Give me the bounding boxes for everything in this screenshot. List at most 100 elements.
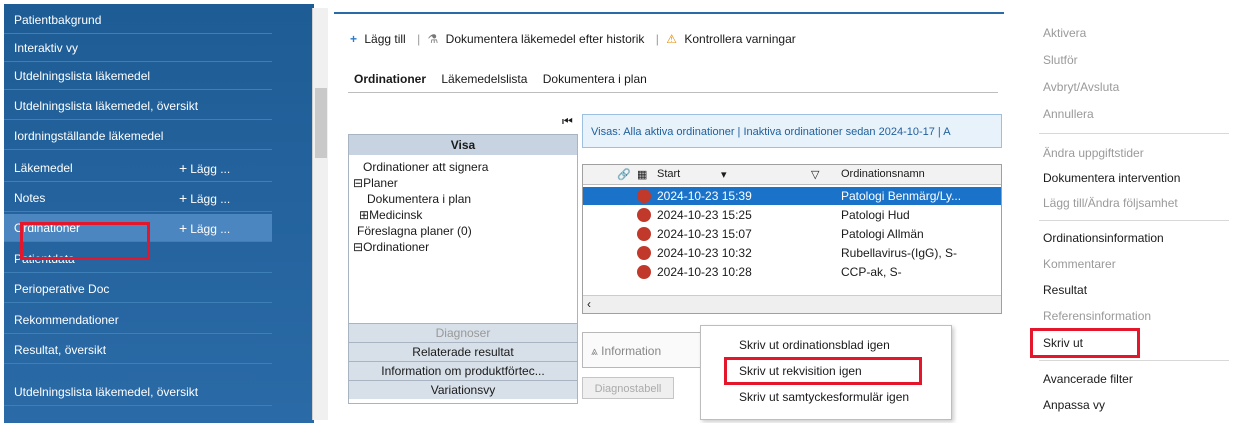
cell-start: 2024-10-23 15:39: [657, 189, 752, 203]
sort-down-icon[interactable]: ▾: [721, 168, 727, 181]
check-warnings-button[interactable]: ⚠ Kontrollera varningar: [666, 32, 800, 46]
nav-item-rekommendationer[interactable]: Rekommendationer: [4, 306, 272, 334]
tab-ordinationer[interactable]: Ordinationer: [350, 72, 430, 86]
grid-scrollbar[interactable]: ‹: [583, 295, 1001, 313]
information-label: Information: [601, 344, 662, 358]
tab-bar: Ordinationer Läkemedelslista Dokumentera…: [350, 72, 655, 92]
tree-item[interactable]: ⊟Planer: [353, 175, 559, 191]
section-variationsvy[interactable]: Variationsvy: [349, 380, 577, 399]
order-icon: [637, 227, 651, 241]
menu-item-anpassa-vy[interactable]: Anpassa vy: [1043, 398, 1105, 412]
nav-item-iordningstallande[interactable]: Iordningställande läkemedel: [4, 122, 272, 150]
tree-item[interactable]: ⊞Medicinsk: [353, 207, 559, 223]
menu-item-print-order-sheet[interactable]: Skriv ut ordinationsblad igen: [739, 338, 890, 352]
cell-name: CCP-ak, S-: [841, 265, 902, 279]
column-name[interactable]: Ordinationsnamn: [841, 168, 925, 180]
orders-grid: 🔗 ▦ Start ▾ ▽ Ordinationsnamn 2024-10-23…: [582, 164, 1002, 314]
menu-item-kommentarer[interactable]: Kommentarer: [1043, 257, 1116, 271]
nav-label: Resultat, översikt: [14, 343, 107, 357]
menu-item-folsamhet[interactable]: Lägg till/Ändra följsamhet: [1043, 196, 1178, 210]
scroll-left-icon[interactable]: ‹: [587, 297, 591, 311]
nav-item-perioperative-doc[interactable]: Perioperative Doc: [4, 275, 272, 303]
menu-item-resultat[interactable]: Resultat: [1043, 283, 1087, 297]
menu-item-referensinformation[interactable]: Referensinformation: [1043, 309, 1151, 323]
plus-icon: +: [350, 32, 358, 46]
add-notes-button[interactable]: + Lägg ...: [179, 184, 230, 213]
expand-icon[interactable]: ⊞: [359, 208, 369, 222]
table-row[interactable]: 2024-10-23 15:07 Patologi Allmän: [583, 225, 1001, 243]
filter-icon[interactable]: ▽: [811, 168, 819, 181]
collapse-icon[interactable]: ⊟: [353, 240, 363, 254]
scroll-thumb[interactable]: [315, 88, 327, 158]
plus-icon: +: [179, 160, 188, 176]
nav-item-interaktiv-vy[interactable]: Interaktiv vy: [4, 34, 272, 62]
menu-item-avancerade-filter[interactable]: Avancerade filter: [1043, 372, 1133, 386]
visa-header: Visa: [349, 135, 577, 155]
tree-item[interactable]: Dokumentera i plan: [353, 191, 559, 207]
menu-item-ordinationsinformation[interactable]: Ordinationsinformation: [1043, 231, 1164, 245]
section-diagnoser[interactable]: Diagnoser: [349, 323, 577, 342]
cell-name: Patologi Allmän: [841, 227, 924, 241]
tab-dokumentera-i-plan[interactable]: Dokumentera i plan: [539, 72, 651, 86]
visa-panel: Visa Ordinationer att signera ⊟Planer Do…: [348, 134, 578, 404]
diagnostabell-button[interactable]: Diagnostabell: [582, 377, 674, 399]
expand-icon: ⩓: [591, 344, 598, 358]
nav-item-utdelningslista-oversikt[interactable]: Utdelningslista läkemedel, översikt: [4, 92, 272, 120]
table-row[interactable]: 2024-10-23 15:25 Patologi Hud: [583, 206, 1001, 224]
nav-item-notes[interactable]: Notes + Lägg ...: [4, 184, 272, 212]
menu-item-dokumentera-intervention[interactable]: Dokumentera intervention: [1043, 171, 1180, 185]
column-icon[interactable]: ▦: [637, 168, 647, 181]
nav-label: Utdelningslista läkemedel, översikt: [14, 385, 199, 399]
menu-item-andra-uppgiftstider[interactable]: Ändra uppgiftstider: [1043, 146, 1144, 160]
tree-item[interactable]: Föreslagna planer (0): [353, 223, 559, 239]
menu-item-slutfor[interactable]: Slutför: [1043, 53, 1078, 67]
nav-label: Läkemedel: [14, 161, 73, 175]
add-button[interactable]: + Lägg till: [350, 32, 410, 46]
view-tree: Ordinationer att signera ⊟Planer Dokumen…: [353, 159, 559, 255]
add-ordinationer-button[interactable]: + Lägg ...: [179, 214, 230, 243]
table-row[interactable]: 2024-10-23 10:28 CCP-ak, S-: [583, 263, 1001, 281]
section-relaterade-resultat[interactable]: Relaterade resultat: [349, 342, 577, 361]
add-lakemedel-button[interactable]: + Lägg ...: [179, 154, 230, 183]
cell-start: 2024-10-23 10:28: [657, 265, 752, 279]
table-row[interactable]: 2024-10-23 15:39 Patologi Benmärg/Ly...: [583, 187, 1001, 205]
nav-item-resultat-oversikt[interactable]: Resultat, översikt: [4, 336, 272, 364]
add-label: Lägg ...: [190, 192, 231, 206]
column-start[interactable]: Start: [657, 168, 680, 180]
order-icon: [637, 265, 651, 279]
section-produktinformation[interactable]: Information om produktförtec...: [349, 361, 577, 380]
nav-label: Iordningställande läkemedel: [14, 129, 164, 143]
nav-item-utdelningslista[interactable]: Utdelningslista läkemedel: [4, 62, 272, 90]
nav-label: Patientbakgrund: [14, 13, 102, 27]
cell-name: Patologi Benmärg/Ly...: [841, 189, 962, 203]
highlight-print-requisition: [724, 357, 922, 385]
menu-separator: [1039, 360, 1229, 361]
nav-scrollbar[interactable]: [312, 8, 328, 420]
menu-separator: [1039, 133, 1229, 134]
collapse-icon[interactable]: ⊟: [353, 176, 363, 190]
information-section[interactable]: ⩓ Information: [582, 332, 707, 368]
collapse-panel-icon[interactable]: ⏮: [562, 114, 573, 129]
cell-name: Rubellavirus-(IgG), S-: [841, 246, 958, 260]
nav-item-patientbakgrund[interactable]: Patientbakgrund: [4, 6, 272, 34]
nav-item-lakemedel[interactable]: Läkemedel + Lägg ...: [4, 154, 272, 182]
menu-item-avbryt[interactable]: Avbryt/Avsluta: [1043, 80, 1119, 94]
menu-item-print-consent[interactable]: Skriv ut samtyckesformulär igen: [739, 390, 909, 404]
grid-header: 🔗 ▦ Start ▾ ▽ Ordinationsnamn: [583, 165, 1001, 185]
plus-icon: +: [179, 220, 188, 236]
cell-start: 2024-10-23 10:32: [657, 246, 752, 260]
link-icon[interactable]: 🔗: [617, 168, 631, 181]
menu-item-aktivera[interactable]: Aktivera: [1043, 26, 1086, 40]
table-row[interactable]: 2024-10-23 10:32 Rubellavirus-(IgG), S-: [583, 244, 1001, 262]
separator: |: [655, 32, 659, 46]
order-icon: [637, 246, 651, 260]
nav-item-utdelningslista-oversikt-2[interactable]: Utdelningslista läkemedel, översikt: [4, 378, 272, 406]
filter-summary[interactable]: Visas: Alla aktiva ordinationer | Inakti…: [582, 114, 1002, 148]
tree-item[interactable]: ⊟Ordinationer: [353, 239, 559, 255]
tab-lakemedelslista[interactable]: Läkemedelslista: [437, 72, 531, 86]
document-history-button[interactable]: ⚗ Dokumentera läkemedel efter historik: [428, 32, 649, 46]
menu-item-annullera[interactable]: Annullera: [1043, 107, 1094, 121]
tree-item[interactable]: Ordinationer att signera: [353, 159, 559, 175]
plus-icon: +: [179, 190, 188, 206]
menu-separator: [1039, 220, 1229, 221]
